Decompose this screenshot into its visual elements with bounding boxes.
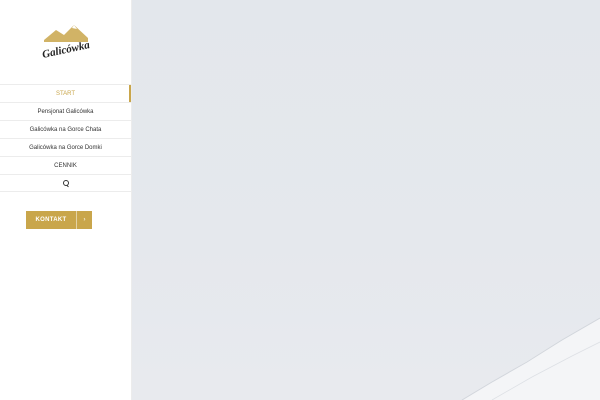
nav-item-label: Galicówka na Gorce Domki bbox=[29, 144, 102, 151]
nav-item-label: Pensjonat Galicówka bbox=[37, 108, 94, 115]
nav-item-domki[interactable]: Galicówka na Gorce Domki bbox=[0, 138, 131, 156]
svg-text:Galicówka: Galicówka bbox=[41, 39, 91, 61]
hero-image bbox=[132, 0, 600, 400]
main-nav: START Pensjonat Galicówka Galicówka na G… bbox=[0, 84, 131, 192]
contact-button-label: KONTAKT bbox=[35, 217, 67, 223]
chevron-right-icon: › bbox=[76, 211, 92, 229]
snowy-slope-image bbox=[461, 317, 600, 400]
search-button[interactable] bbox=[0, 174, 131, 192]
nav-item-start[interactable]: START bbox=[0, 84, 131, 102]
mountain-logo-icon: Galicówka bbox=[41, 25, 91, 61]
nav-item-label: Galicówka na Gorce Chata bbox=[29, 126, 102, 133]
nav-item-label: START bbox=[55, 90, 76, 97]
site-logo[interactable]: Galicówka bbox=[36, 20, 96, 64]
contact-button[interactable]: KONTAKT › bbox=[26, 211, 92, 229]
nav-item-cennik[interactable]: CENNIK bbox=[0, 156, 131, 174]
nav-item-label: CENNIK bbox=[54, 162, 77, 169]
search-icon bbox=[62, 180, 69, 186]
sidebar: Galicówka START Pensjonat Galicówka Gali… bbox=[0, 0, 132, 400]
nav-item-chata[interactable]: Galicówka na Gorce Chata bbox=[0, 120, 131, 138]
nav-item-pensjonat[interactable]: Pensjonat Galicówka bbox=[0, 102, 131, 120]
